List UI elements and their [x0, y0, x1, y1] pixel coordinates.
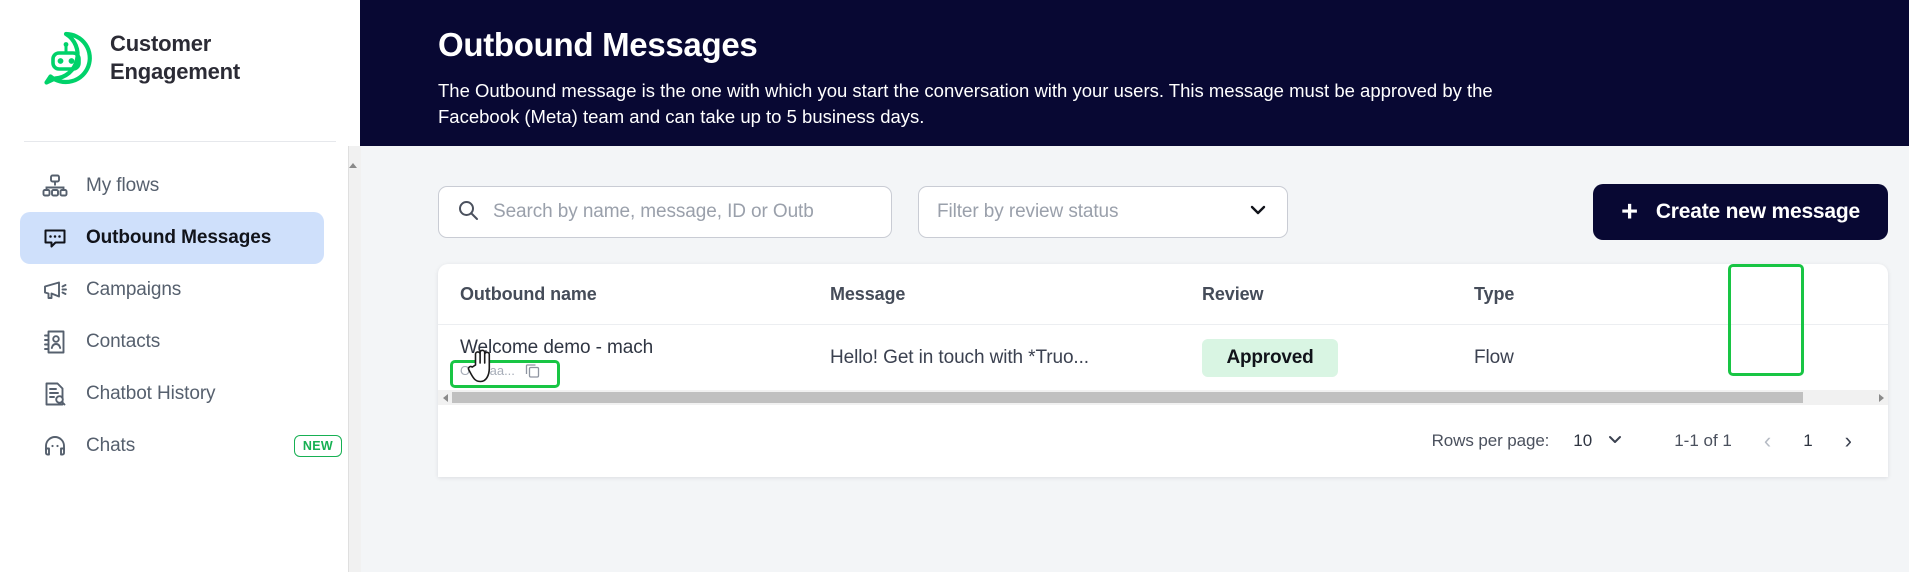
- sidebar-item-campaigns[interactable]: Campaigns: [20, 264, 324, 316]
- outbound-messages-table: Outbound name Message Review Type Welcom…: [438, 264, 1888, 477]
- sidebar-item-contacts[interactable]: Contacts: [20, 316, 324, 368]
- table-header-row: Outbound name Message Review Type: [438, 264, 1888, 324]
- megaphone-icon: [42, 277, 68, 303]
- status-badge-approved: Approved: [1202, 338, 1338, 377]
- flow-tree-icon: [42, 173, 68, 199]
- sidebar-item-label: Chatbot History: [86, 383, 216, 404]
- sidebar-item-label: Contacts: [86, 331, 161, 352]
- headset-support-icon: [42, 433, 68, 459]
- table-horizontal-scrollbar[interactable]: [438, 390, 1888, 405]
- main-pane: Outbound Messages The Outbound message i…: [360, 0, 1909, 572]
- sidebar-item-chats[interactable]: Chats NEW: [20, 420, 342, 472]
- scroll-right-arrow-icon[interactable]: [1874, 393, 1888, 402]
- sidebar-nav: My flows Outbound Messages Campaigns Con…: [0, 160, 360, 472]
- brand[interactable]: Customer Engagement: [0, 0, 360, 86]
- sidebar-item-label: Campaigns: [86, 279, 182, 300]
- plus-icon: +: [1621, 195, 1638, 228]
- sidebar-item-outbound-messages[interactable]: Outbound Messages: [20, 212, 324, 264]
- page-header: Outbound Messages The Outbound message i…: [360, 0, 1909, 146]
- column-header-review[interactable]: Review: [1202, 284, 1474, 305]
- chatbot-logo-icon: [38, 30, 94, 86]
- scroll-left-arrow-icon[interactable]: [438, 393, 452, 402]
- page-description: The Outbound message is the one with whi…: [438, 80, 1493, 128]
- column-header-message[interactable]: Message: [830, 284, 1202, 305]
- outbound-id-value: OTBlaa...: [460, 363, 515, 378]
- cell-review: Approved: [1202, 338, 1474, 377]
- sidebar-item-chatbot-history[interactable]: Chatbot History: [20, 368, 324, 420]
- chevron-down-icon: [1606, 430, 1624, 453]
- toolbar: Search by name, message, ID or Outb Filt…: [438, 184, 1891, 240]
- scrollbar-track[interactable]: [452, 390, 1874, 405]
- filter-placeholder: Filter by review status: [937, 201, 1119, 222]
- page-title: Outbound Messages: [438, 26, 758, 63]
- pagination-range: 1-1 of 1: [1674, 431, 1732, 450]
- cell-message: Hello! Get in touch with *Truo...: [830, 346, 1089, 368]
- copy-icon[interactable]: [525, 363, 540, 378]
- search-placeholder: Search by name, message, ID or Outb: [493, 201, 814, 222]
- chat-bubble-dots-icon: [42, 225, 68, 251]
- current-page-number: 1: [1803, 431, 1813, 450]
- document-search-icon: [42, 381, 68, 407]
- brand-name: Customer Engagement: [110, 31, 241, 85]
- search-input[interactable]: Search by name, message, ID or Outb: [438, 186, 892, 238]
- sidebar: Customer Engagement My flows Outbound Me…: [0, 0, 360, 572]
- sidebar-item-label: My flows: [86, 175, 160, 196]
- sidebar-item-label: Chats: [86, 435, 136, 456]
- outbound-id-copy-chip[interactable]: OTBlaa...: [460, 363, 540, 378]
- create-new-message-button[interactable]: + Create new message: [1593, 184, 1888, 240]
- scroll-up-arrow-icon[interactable]: [349, 146, 357, 168]
- chevron-down-icon: [1247, 199, 1269, 226]
- sidebar-item-label: Outbound Messages: [86, 227, 272, 248]
- scrollbar-thumb[interactable]: [452, 392, 1803, 403]
- rows-per-page-label: Rows per page:: [1431, 431, 1550, 450]
- status-badge-new: NEW: [293, 435, 342, 457]
- cell-outbound-name: Welcome demo - mach OTBlaa...: [450, 335, 830, 388]
- chevron-left-icon[interactable]: ‹: [1756, 428, 1779, 454]
- create-button-label: Create new message: [1655, 200, 1860, 223]
- content-area: Search by name, message, ID or Outb Filt…: [360, 146, 1909, 477]
- chevron-right-icon[interactable]: ›: [1837, 428, 1860, 454]
- rows-per-page-select[interactable]: 10: [1573, 430, 1624, 453]
- contact-book-icon: [42, 329, 68, 355]
- outbound-name-value: Welcome demo - mach: [460, 337, 654, 358]
- cell-type: Flow: [1474, 346, 1514, 368]
- app-root: Customer Engagement My flows Outbound Me…: [0, 0, 1909, 572]
- review-status-filter[interactable]: Filter by review status: [918, 186, 1288, 238]
- column-header-outbound-name[interactable]: Outbound name: [460, 284, 830, 305]
- content-vertical-scrollbar[interactable]: [348, 146, 361, 572]
- sidebar-item-my-flows[interactable]: My flows: [20, 160, 324, 212]
- pagination: Rows per page: 10 1-1 of 1 ‹ 1 ›: [438, 405, 1888, 477]
- table-row[interactable]: Welcome demo - mach OTBlaa... Hello! Get…: [438, 324, 1888, 390]
- sidebar-divider: [24, 141, 336, 142]
- column-header-type[interactable]: Type: [1474, 284, 1634, 305]
- rows-per-page-value: 10: [1573, 431, 1593, 450]
- search-icon: [457, 199, 479, 226]
